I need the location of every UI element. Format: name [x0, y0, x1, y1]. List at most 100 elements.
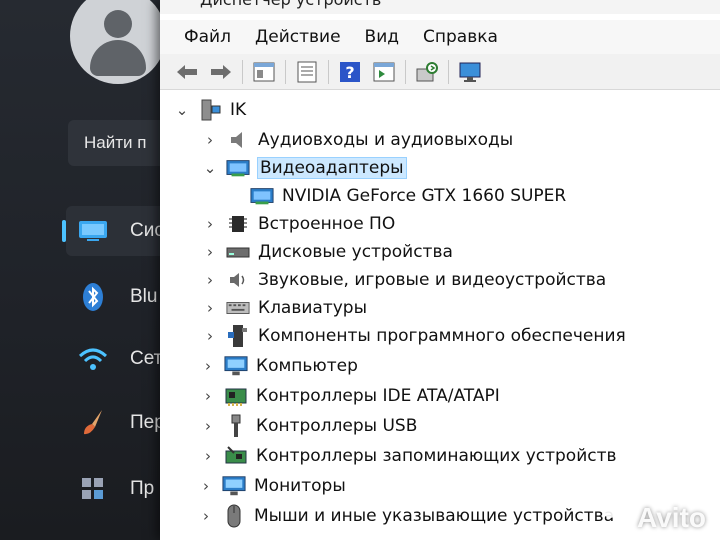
settings-sidebar: Найти п Сис Blu Сет Пер Пр [0, 0, 168, 540]
wifi-icon [76, 342, 110, 376]
menu-view[interactable]: Вид [353, 20, 411, 54]
tree-item-label: Контроллеры USB [256, 416, 418, 436]
tree-item-monitors[interactable]: › Мониторы [198, 472, 346, 500]
active-indicator [62, 220, 66, 242]
monitor-icon [76, 214, 110, 248]
display-adapter-icon [226, 156, 250, 180]
apps-icon [76, 472, 110, 506]
chevron-right-icon[interactable]: › [200, 382, 216, 410]
window-title: Диспетчер устройств [160, 0, 720, 14]
avatar-body [90, 40, 146, 76]
tree-item-label: Контроллеры запоминающих устройств [256, 446, 617, 466]
chevron-right-icon[interactable]: › [202, 210, 218, 238]
storage-controller-icon [224, 444, 248, 468]
tree-item-label: Компьютер [256, 356, 358, 376]
tree-item-label: Клавиатуры [258, 298, 368, 318]
chevron-right-icon[interactable]: › [202, 294, 218, 322]
tree-item-storage-controllers[interactable]: › Контроллеры запоминающих устройств [200, 442, 617, 470]
nav-label: Сет [130, 348, 163, 369]
chevron-right-icon[interactable]: › [202, 126, 218, 154]
disk-drive-icon [226, 240, 250, 264]
nav-item-system[interactable]: Сис [62, 206, 168, 256]
chevron-right-icon[interactable]: › [202, 322, 218, 350]
toolbar-separator [448, 59, 449, 84]
mouse-icon [222, 504, 246, 528]
brush-icon [76, 406, 110, 440]
tree-root[interactable]: ⌄ IK [174, 96, 246, 124]
chevron-down-icon[interactable]: ⌄ [202, 154, 218, 182]
software-component-icon [226, 324, 250, 348]
scan-hardware-icon[interactable] [414, 59, 440, 85]
chevron-right-icon[interactable]: › [198, 472, 214, 500]
nav-item-personalization[interactable]: Пер [66, 398, 168, 448]
tree-item-label: Звуковые, игровые и видеоустройства [258, 270, 607, 290]
tree-item-mice[interactable]: › Мыши и иные указывающие устройства [198, 502, 614, 530]
chevron-right-icon[interactable]: › [198, 502, 214, 530]
menu-action[interactable]: Действие [243, 20, 353, 54]
sound-device-icon [226, 268, 250, 292]
svg-text:?: ? [345, 63, 354, 82]
speaker-icon [226, 128, 250, 152]
user-avatar[interactable] [70, 0, 166, 84]
tree-item-label: Дисковые устройства [258, 242, 453, 262]
device-manager-window: Диспетчер устройств Файл Действие Вид Сп… [160, 0, 720, 540]
chevron-down-icon[interactable]: ⌄ [174, 96, 190, 124]
chevron-right-icon[interactable]: › [200, 352, 216, 380]
properties-icon[interactable] [294, 59, 320, 85]
computer-icon [224, 354, 248, 378]
tree-item-label: Мониторы [254, 476, 346, 496]
menu-help[interactable]: Справка [411, 20, 510, 54]
bluetooth-icon [76, 280, 110, 314]
display-adapter-icon [250, 184, 274, 208]
tree-item-display-adapters[interactable]: ⌄ Видеоадаптеры [202, 154, 407, 182]
menu-bar: Файл Действие Вид Справка [160, 20, 720, 54]
nav-item-apps[interactable]: Пр [66, 464, 168, 514]
help-icon[interactable]: ? [337, 59, 363, 85]
menu-file[interactable]: Файл [160, 20, 243, 54]
settings-search-input[interactable]: Найти п [68, 120, 168, 166]
tree-item-label: NVIDIA GeForce GTX 1660 SUPER [282, 186, 567, 206]
nav-label: Пр [130, 478, 155, 499]
tree-item-sound-video-game[interactable]: › Звуковые, игровые и видеоустройства [202, 266, 606, 294]
avito-watermark: Avito [601, 502, 706, 534]
tree-item-software-components[interactable]: › Компоненты программного обеспечения [202, 322, 626, 350]
tree-item-usb-controllers[interactable]: › Контроллеры USB [200, 412, 417, 440]
chevron-right-icon[interactable]: › [202, 238, 218, 266]
chevron-right-icon[interactable]: › [202, 266, 218, 294]
toolbar-separator [242, 59, 243, 84]
keyboard-icon [226, 296, 250, 320]
tree-item-label: Аудиовходы и аудиовыходы [258, 130, 514, 150]
back-arrow-icon[interactable] [174, 59, 200, 85]
tree-item-ide-controllers[interactable]: › Контроллеры IDE ATA/ATAPI [200, 382, 500, 410]
tree-item-keyboards[interactable]: › Клавиатуры [202, 294, 367, 322]
nav-item-network[interactable]: Сет [66, 334, 168, 384]
show-hide-console-tree-icon[interactable] [251, 59, 277, 85]
usb-icon [224, 414, 248, 438]
tree-root-label: IK [230, 100, 247, 120]
computer-root-icon [198, 98, 222, 122]
chevron-right-icon[interactable]: › [200, 412, 216, 440]
nav-item-bluetooth[interactable]: Blu [66, 272, 168, 322]
toolbar-separator [328, 59, 329, 84]
watermark-text: Avito [637, 502, 706, 533]
tree-item-computer[interactable]: › Компьютер [200, 352, 358, 380]
forward-arrow-icon[interactable] [208, 59, 234, 85]
firmware-chip-icon [226, 212, 250, 236]
ide-controller-icon [224, 384, 248, 408]
action-pane-icon[interactable] [371, 59, 397, 85]
tree-item-firmware[interactable]: › Встроенное ПО [202, 210, 395, 238]
toolbar: ? [160, 54, 720, 90]
device-tree: ⌄ IK › Аудиовходы и аудиовыходы ⌄ Видеоа… [160, 92, 720, 540]
tree-item-label: Компоненты программного обеспечения [258, 326, 626, 346]
nav-label: Сис [130, 220, 164, 241]
monitor-toolbar-icon[interactable] [457, 59, 483, 85]
tree-item-label: Контроллеры IDE ATA/ATAPI [256, 386, 500, 406]
tree-item-label: Мыши и иные указывающие устройства [254, 506, 615, 526]
tree-item-audio-io[interactable]: › Аудиовходы и аудиовыходы [202, 126, 513, 154]
toolbar-separator [405, 59, 406, 84]
tree-item-label: Встроенное ПО [258, 214, 396, 234]
tree-item-nvidia-gtx-1660-super[interactable]: NVIDIA GeForce GTX 1660 SUPER [250, 182, 566, 210]
chevron-right-icon[interactable]: › [200, 442, 216, 470]
tree-item-disk-drives[interactable]: › Дисковые устройства [202, 238, 453, 266]
avito-logo-icon [604, 506, 635, 532]
